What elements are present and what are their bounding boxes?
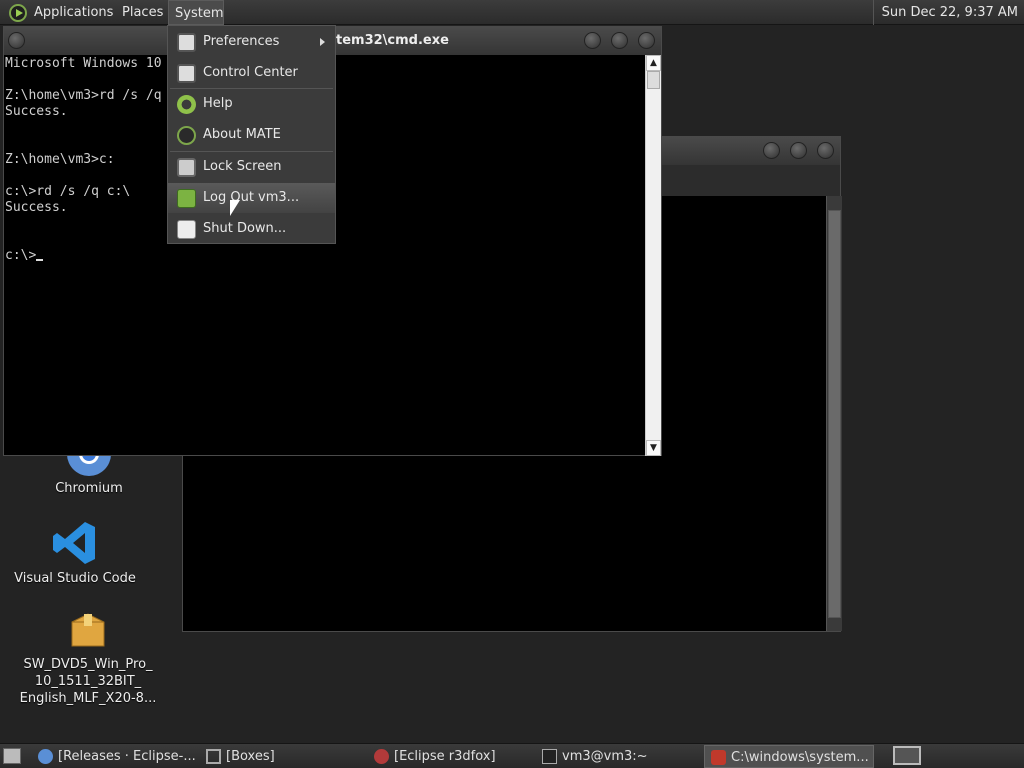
- desktop-icon-label: Visual Studio Code: [14, 571, 136, 586]
- menu-item-label: Lock Screen: [203, 159, 282, 174]
- maximize-button[interactable]: [790, 142, 807, 159]
- menu-item-label: Control Center: [203, 65, 298, 80]
- menu-item-about-mate[interactable]: About MATE: [168, 120, 335, 150]
- chromium-icon: [38, 749, 53, 764]
- terminal-icon: [542, 749, 557, 764]
- console-line: c:\>: [5, 248, 644, 264]
- applications-menu[interactable]: Applications: [28, 0, 119, 25]
- boxes-icon: [206, 749, 221, 764]
- menu-item-preferences[interactable]: Preferences: [168, 27, 335, 57]
- vscode-icon: [53, 522, 95, 564]
- menu-item-lock-screen[interactable]: Lock Screen: [168, 152, 335, 182]
- desktop-icon-label: Chromium: [55, 481, 123, 496]
- workspace-switcher-icon[interactable]: [893, 746, 921, 765]
- help-icon: [177, 95, 196, 114]
- places-menu[interactable]: Places: [116, 0, 169, 25]
- task-label: C:\windows\system...: [731, 750, 869, 765]
- menu-item-label: About MATE: [203, 127, 281, 142]
- window-menu-button[interactable]: [8, 32, 25, 49]
- task-releases-eclipse[interactable]: [Releases · Eclipse-...: [32, 745, 198, 768]
- window-title: tem32\cmd.exe: [336, 33, 449, 48]
- mate-icon: [177, 126, 196, 145]
- task-label: [Eclipse r3dfox]: [394, 749, 496, 764]
- wine-icon: [711, 750, 726, 765]
- desktop: Applications Places System Sun Dec 22, 9…: [0, 0, 1024, 768]
- task-cmd-window[interactable]: C:\windows\system...: [704, 745, 874, 768]
- menu-item-label: Shut Down...: [203, 221, 287, 236]
- menu-item-label: Help: [203, 96, 233, 111]
- bottom-panel: [Releases · Eclipse-... [Boxes] [Eclipse…: [0, 743, 1024, 768]
- task-label: [Boxes]: [226, 749, 275, 764]
- task-label: [Releases · Eclipse-...: [58, 749, 196, 764]
- task-label: vm3@vm3:~: [562, 749, 648, 764]
- maximize-button[interactable]: [611, 32, 628, 49]
- shutdown-icon: [177, 220, 196, 239]
- close-button[interactable]: [817, 142, 834, 159]
- task-eclipse-r3dfox[interactable]: [Eclipse r3dfox]: [368, 745, 534, 768]
- desktop-icon-iso[interactable]: SW_DVD5_Win_Pro_ 10_1511_32BIT_ English_…: [13, 610, 163, 707]
- show-desktop-icon[interactable]: [3, 748, 21, 764]
- close-button[interactable]: [638, 32, 655, 49]
- eclipse-icon: [374, 749, 389, 764]
- logout-icon: [177, 189, 196, 208]
- desktop-icon-label-line: SW_DVD5_Win_Pro_: [23, 657, 153, 672]
- scrollbar-thumb[interactable]: [828, 210, 841, 618]
- desktop-icon-label-line: English_MLF_X20-8...: [19, 691, 157, 706]
- system-dropdown-menu: Preferences Control Center Help About MA…: [167, 25, 336, 244]
- scroll-down-button[interactable]: ▼: [646, 440, 661, 456]
- menu-item-log-out[interactable]: Log Out vm3...: [168, 183, 335, 213]
- menu-item-shut-down[interactable]: Shut Down...: [168, 214, 335, 244]
- control-center-icon: [177, 64, 196, 83]
- top-panel: Applications Places System Sun Dec 22, 9…: [0, 0, 1024, 25]
- menu-item-help[interactable]: Help: [168, 89, 335, 119]
- task-boxes[interactable]: [Boxes]: [200, 745, 366, 768]
- mouse-pointer-icon: [230, 200, 240, 216]
- minimize-button[interactable]: [584, 32, 601, 49]
- mate-logo-icon[interactable]: [9, 4, 27, 22]
- submenu-arrow-icon: [320, 38, 325, 46]
- desktop-icon-label-line: 10_1511_32BIT_: [34, 674, 142, 689]
- desktop-icon-vscode[interactable]: Visual Studio Code: [0, 520, 150, 587]
- cmd-scrollbar[interactable]: ▲ ▼: [645, 55, 661, 456]
- background-window-scrollbar[interactable]: [826, 196, 842, 631]
- system-menu[interactable]: System: [168, 0, 224, 25]
- preferences-icon: [177, 33, 196, 52]
- text-cursor: [36, 259, 44, 261]
- scroll-up-button[interactable]: ▲: [646, 55, 661, 71]
- clock[interactable]: Sun Dec 22, 9:37 AM: [872, 0, 1018, 25]
- package-icon: [71, 613, 105, 647]
- menu-item-label: Log Out vm3...: [203, 190, 300, 205]
- scrollbar-thumb[interactable]: [647, 71, 660, 89]
- task-terminal[interactable]: vm3@vm3:~: [536, 745, 702, 768]
- minimize-button[interactable]: [763, 142, 780, 159]
- lock-icon: [177, 158, 196, 177]
- menu-item-label: Preferences: [203, 34, 280, 49]
- menu-item-control-center[interactable]: Control Center: [168, 58, 335, 88]
